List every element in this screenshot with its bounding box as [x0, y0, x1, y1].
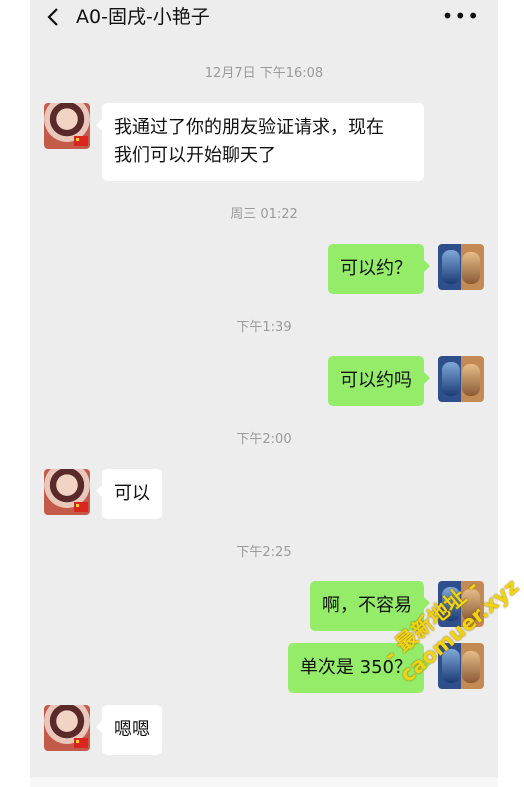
contact-avatar[interactable]	[44, 705, 90, 751]
flag-icon	[74, 502, 88, 512]
my-avatar[interactable]	[438, 244, 484, 290]
message-text: 嗯嗯	[114, 719, 150, 740]
flag-icon	[74, 738, 88, 748]
message-bubble-received[interactable]: 我通过了你的朋友验证请求，现在 我们可以开始聊天了	[96, 103, 424, 181]
message-bubble-sent[interactable]: 可以约吗	[328, 356, 430, 406]
chat-title: A0-固戌-小艳子	[76, 6, 210, 28]
message-text: 可以	[114, 483, 150, 504]
message-bubble-received[interactable]: 可以	[96, 469, 162, 519]
timestamp: 下午2:25	[236, 545, 292, 560]
message-text: 啊，不容易	[322, 595, 412, 616]
message-text: 可以约吗	[340, 370, 412, 391]
more-options-button[interactable]: •••	[442, 5, 480, 27]
timestamp: 12月7日 下午16:08	[204, 66, 324, 81]
chevron-left-icon	[47, 8, 58, 26]
message-bubble-sent[interactable]: 可以约？	[328, 244, 430, 294]
contact-avatar[interactable]	[44, 103, 90, 149]
input-bar[interactable]	[30, 777, 498, 787]
message-text: 可以约？	[340, 258, 412, 279]
back-button[interactable]	[42, 6, 64, 28]
contact-avatar[interactable]	[44, 469, 90, 515]
flag-icon	[74, 136, 88, 146]
message-bubble-received[interactable]: 嗯嗯	[96, 705, 162, 755]
timestamp: 下午2:00	[236, 432, 292, 447]
timestamp: 下午1:39	[236, 320, 292, 335]
timestamp: 周三 01:22	[230, 207, 298, 222]
my-avatar[interactable]	[438, 356, 484, 402]
chat-header: A0-固戌-小艳子 •••	[30, 0, 498, 36]
message-text: 我通过了你的朋友验证请求，现在	[114, 117, 384, 138]
message-text: 我们可以开始聊天了	[114, 145, 276, 166]
